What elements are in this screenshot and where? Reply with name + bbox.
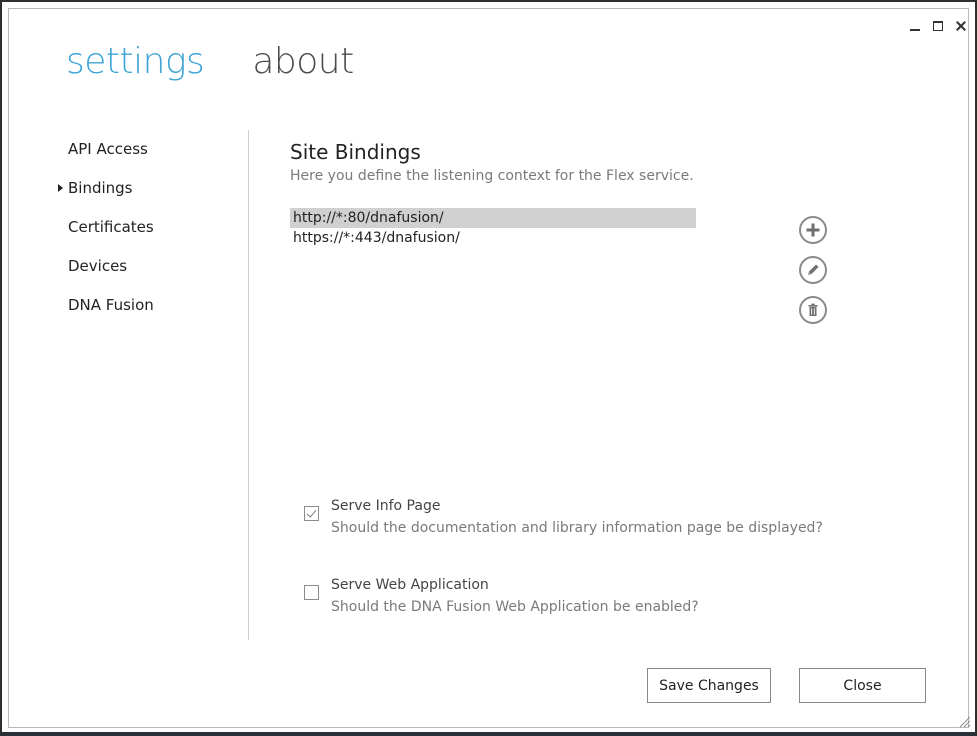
close-icon[interactable] (955, 20, 967, 32)
footer-buttons: Save Changes Close (647, 668, 926, 703)
settings-window: settings about API Access Bindings Certi… (0, 0, 977, 736)
bindings-list: http://*:80/dnafusion/ https://*:443/dna… (290, 208, 696, 248)
edit-binding-button[interactable] (799, 256, 827, 284)
option-title: Serve Web Application (331, 577, 489, 593)
pencil-circle-icon (808, 264, 819, 275)
option-text: Serve Info Page Should the documentation… (331, 496, 823, 538)
pivot-about[interactable]: about (252, 44, 354, 80)
pivot-settings[interactable]: settings (66, 44, 205, 80)
option-serve-info-page: Serve Info Page Should the documentation… (304, 496, 823, 538)
plus-circle-icon (806, 223, 820, 237)
option-description: Should the documentation and library inf… (331, 520, 823, 536)
section-description: Here you define the listening context fo… (290, 168, 694, 184)
sidebar-item-bindings[interactable]: Bindings (58, 179, 238, 218)
minimize-icon[interactable] (909, 20, 921, 32)
vertical-divider (248, 130, 249, 640)
pivot-header: settings about (66, 44, 354, 80)
binding-item[interactable]: http://*:80/dnafusion/ (290, 208, 696, 228)
serve-web-application-checkbox[interactable] (304, 585, 319, 600)
window-controls (909, 20, 967, 32)
option-description: Should the DNA Fusion Web Application be… (331, 599, 699, 615)
option-title: Serve Info Page (331, 498, 441, 514)
add-binding-button[interactable] (799, 216, 827, 244)
delete-binding-button[interactable] (799, 296, 827, 324)
sidebar-item-dna-fusion[interactable]: DNA Fusion (58, 296, 238, 335)
sidebar-item-certificates[interactable]: Certificates (58, 218, 238, 257)
close-button[interactable]: Close (799, 668, 926, 703)
option-text: Serve Web Application Should the DNA Fus… (331, 575, 699, 617)
section-title: Site Bindings (290, 140, 421, 164)
binding-actions (799, 216, 827, 324)
main-content: Site Bindings Here you define the listen… (290, 140, 930, 184)
serve-info-page-checkbox[interactable] (304, 506, 319, 521)
sidebar-item-api-access[interactable]: API Access (58, 140, 238, 179)
maximize-icon[interactable] (932, 20, 944, 32)
option-serve-web-application: Serve Web Application Should the DNA Fus… (304, 575, 699, 617)
save-changes-button[interactable]: Save Changes (647, 668, 771, 703)
sidebar-item-devices[interactable]: Devices (58, 257, 238, 296)
resize-grip-icon[interactable] (957, 714, 971, 728)
trash-circle-icon (808, 303, 818, 316)
binding-item[interactable]: https://*:443/dnafusion/ (290, 228, 696, 248)
sidebar-nav: API Access Bindings Certificates Devices… (58, 140, 238, 335)
